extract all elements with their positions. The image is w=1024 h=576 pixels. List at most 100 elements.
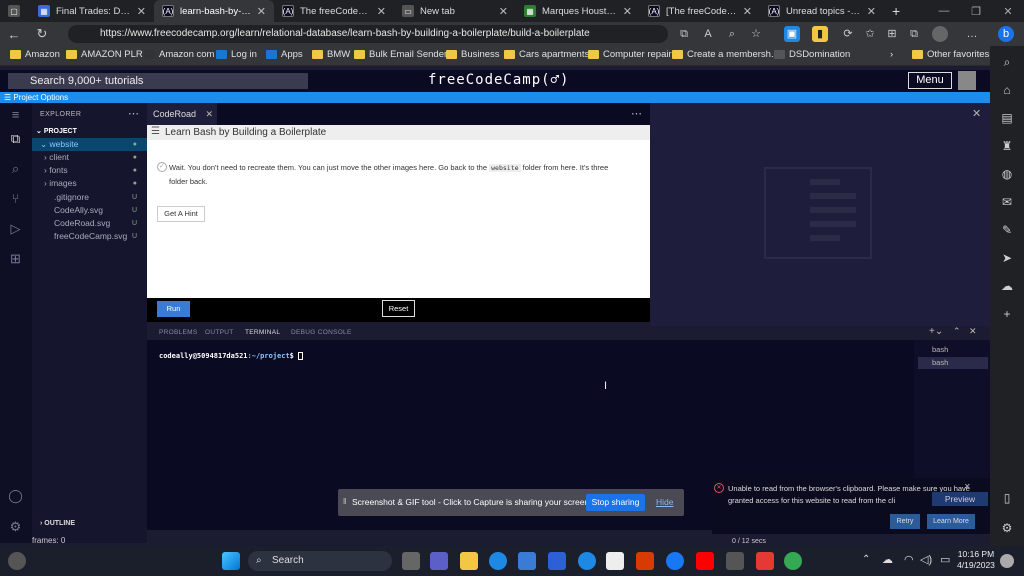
get-hint-button[interactable]: Get A Hint xyxy=(157,206,205,222)
close-icon[interactable]: ✕ xyxy=(867,5,876,18)
store-icon[interactable] xyxy=(518,552,536,570)
menu-lines-icon[interactable]: ☰ xyxy=(151,126,160,137)
user-avatar[interactable] xyxy=(958,71,976,90)
other-favorites[interactable]: Other favorites xyxy=(912,49,989,60)
tag-icon[interactable]: ⌂ xyxy=(999,82,1015,98)
close-icon[interactable]: ✕ xyxy=(623,5,632,18)
tab-3[interactable]: ▭ New tab ✕ xyxy=(394,0,516,22)
wifi-icon[interactable]: ◠ xyxy=(904,553,914,566)
close-icon[interactable]: ✕ xyxy=(205,103,213,125)
extension-icon[interactable]: ⧉ xyxy=(676,26,692,42)
profile-avatar-icon[interactable] xyxy=(932,26,948,42)
search-icon[interactable]: ⌕ xyxy=(999,54,1015,70)
edge-icon[interactable] xyxy=(489,552,507,570)
pen-app-icon[interactable] xyxy=(548,552,566,570)
maximize-panel-icon[interactable]: ⌃ xyxy=(953,326,961,337)
terminal-item[interactable]: bash xyxy=(918,357,988,369)
tab-problems[interactable]: PROBLEMS xyxy=(159,326,198,340)
project-options-bar[interactable]: ☰ Project Options xyxy=(0,92,990,103)
tab-debug-console[interactable]: DEBUG CONSOLE xyxy=(291,326,352,340)
account-icon[interactable]: ◯ xyxy=(7,488,24,505)
chrome-icon[interactable] xyxy=(784,552,802,570)
minimize-icon[interactable]: — xyxy=(928,0,960,22)
weather-icon[interactable] xyxy=(8,552,26,570)
favorite-star-icon[interactable]: ☆ xyxy=(748,26,764,42)
drag-handle-icon[interactable]: ‖ xyxy=(343,497,346,506)
tab-coderoad[interactable]: CodeRoad ✕ xyxy=(147,103,217,125)
bookmark-9[interactable]: Computer repair xyxy=(588,49,672,60)
edit-icon[interactable]: ✎ xyxy=(999,222,1015,238)
fcc-search-input[interactable]: Search 9,000+ tutorials xyxy=(8,73,308,89)
reset-button[interactable]: Reset xyxy=(382,300,415,317)
read-aloud-icon[interactable]: A xyxy=(700,26,716,42)
tab-output[interactable]: OUTPUT xyxy=(205,326,234,340)
tray-chevron-up-icon[interactable]: ⌃ xyxy=(862,554,870,565)
tree-item-images[interactable]: › images ● xyxy=(32,177,147,190)
run-debug-icon[interactable]: ▷ xyxy=(7,221,24,238)
back-icon[interactable]: ← xyxy=(0,27,28,42)
extension-yellow-icon[interactable]: ▮ xyxy=(812,26,828,42)
url-field[interactable]: https://www.freecodecamp.org/learn/relat… xyxy=(68,25,668,43)
retry-button[interactable]: Retry xyxy=(890,514,920,529)
bookmark-8[interactable]: Cars apartments xyxy=(504,49,589,60)
volume-icon[interactable]: ◁) xyxy=(920,553,932,566)
bookmark-1[interactable]: AMAZON PLR xyxy=(66,49,143,60)
briefcase-icon[interactable]: ▤ xyxy=(999,110,1015,126)
office-icon[interactable] xyxy=(636,552,654,570)
tree-item-fonts[interactable]: › fonts ● xyxy=(32,164,147,177)
search-icon[interactable]: ⌕ xyxy=(7,161,24,178)
refresh-icon[interactable]: ↻ xyxy=(28,26,56,42)
add-icon[interactable]: + xyxy=(999,306,1015,322)
bookmark-2[interactable]: Amazon com xyxy=(144,49,214,60)
tree-item-gitignore[interactable]: .gitignore U xyxy=(32,191,147,204)
favorites-icon[interactable]: ✩ xyxy=(862,26,878,42)
cloud-tray-icon[interactable]: ☁ xyxy=(882,553,893,566)
teams-icon[interactable] xyxy=(430,552,448,570)
bookmark-6[interactable]: Bulk Email Sender xyxy=(354,49,447,60)
cortana-icon[interactable] xyxy=(578,552,596,570)
tab-2[interactable]: (A)The freeCodeCamp Fo✕ xyxy=(274,0,394,22)
close-icon[interactable]: ✕ xyxy=(972,107,981,120)
fcc-logo[interactable]: freeCodeCamp(♂) xyxy=(428,72,569,88)
extensions-icon[interactable]: ⊞ xyxy=(7,251,24,268)
close-icon[interactable]: ✕ xyxy=(137,5,146,18)
settings-gear-icon[interactable]: ⚙ xyxy=(999,520,1015,536)
more-actions-icon[interactable]: ⋯ xyxy=(631,107,642,120)
close-panel-icon[interactable]: ✕ xyxy=(969,326,977,337)
bookmark-3[interactable]: Log in xyxy=(216,49,257,60)
bookmarks-more-chevron-icon[interactable]: › xyxy=(890,49,893,60)
outlook-icon[interactable]: ✉ xyxy=(999,194,1015,210)
close-icon[interactable]: ✕ xyxy=(257,5,266,18)
facebook-icon[interactable] xyxy=(666,552,684,570)
tab-6[interactable]: (A)Unread topics - The fr✕ xyxy=(760,0,884,22)
learn-more-button[interactable]: Learn More xyxy=(927,514,975,529)
tree-item-client[interactable]: › client ● xyxy=(32,151,147,164)
amazon-app-icon[interactable] xyxy=(606,552,624,570)
bing-copilot-icon[interactable]: b xyxy=(998,26,1014,42)
bookmark-11[interactable]: DSDomination xyxy=(774,49,850,60)
source-control-icon[interactable]: ⑂ xyxy=(7,191,24,208)
collections-icon[interactable]: ⊞ xyxy=(884,26,900,42)
tab-0[interactable]: ▦Final Trades: DAL, KRE✕ xyxy=(30,0,154,22)
close-icon[interactable]: ✕ xyxy=(377,5,386,18)
bookmark-0[interactable]: Amazon xyxy=(10,49,60,60)
close-icon[interactable]: ✕ xyxy=(499,5,508,18)
hamburger-menu-icon[interactable]: ≡ xyxy=(7,107,24,124)
battery-icon[interactable]: ▭ xyxy=(940,553,950,566)
hide-link[interactable]: Hide xyxy=(656,489,673,516)
cloud-icon[interactable]: ☁ xyxy=(999,278,1015,294)
bookmark-10[interactable]: Create a membersh... xyxy=(672,49,779,60)
bookmark-7[interactable]: Business xyxy=(446,49,500,60)
zoom-icon[interactable]: ⌕ xyxy=(724,26,740,42)
browser-extensions-icon[interactable]: ⧉ xyxy=(906,26,922,42)
manage-gear-icon[interactable]: ⚙ xyxy=(7,519,24,536)
more-actions-icon[interactable]: ⋯ xyxy=(128,107,139,120)
tree-item-website[interactable]: ⌄ website ● xyxy=(32,138,147,151)
close-icon[interactable]: ✕ xyxy=(964,482,971,491)
workspace-icon[interactable]: ▢ xyxy=(0,0,30,22)
stop-sharing-button[interactable]: Stop sharing xyxy=(586,494,645,511)
send-icon[interactable]: ➤ xyxy=(999,250,1015,266)
taskbar-search[interactable]: Search xyxy=(248,551,392,571)
tab-1[interactable]: (A)learn-bash-by-buildin✕ xyxy=(154,0,274,22)
youtube-icon[interactable] xyxy=(696,552,714,570)
